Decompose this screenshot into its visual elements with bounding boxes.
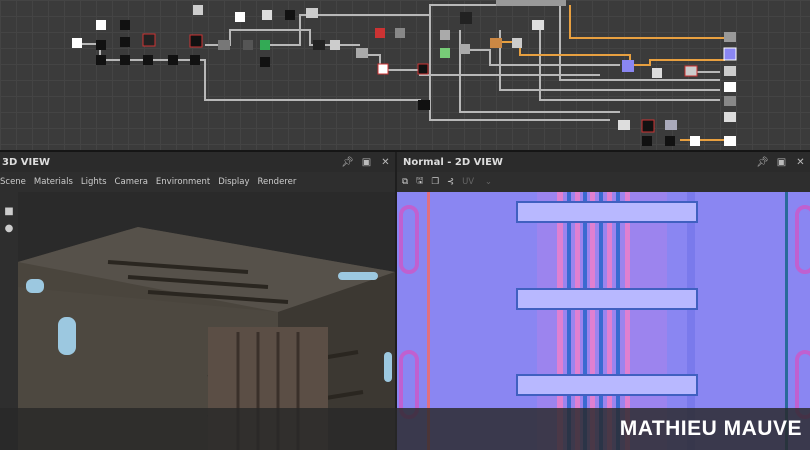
- pin-icon[interactable]: 📌︎: [753, 157, 772, 168]
- graph-nodes: [72, 0, 737, 146]
- share-icon[interactable]: ⊰: [447, 177, 454, 187]
- maximize-icon[interactable]: ▣: [357, 157, 376, 168]
- menu-lights[interactable]: Lights: [81, 177, 107, 187]
- graph-node: [72, 38, 82, 48]
- panel-title: Normal - 2D VIEW: [403, 156, 503, 168]
- panel-header: Normal - 2D VIEW 📌︎ ▣ ✕: [397, 152, 810, 172]
- node-graph[interactable]: [0, 0, 810, 150]
- copy-icon[interactable]: ❐: [431, 177, 439, 187]
- menu-materials[interactable]: Materials: [34, 177, 73, 187]
- uv-label: UV: [462, 177, 475, 187]
- camera-icon[interactable]: ■: [0, 206, 18, 217]
- menu-renderer[interactable]: Renderer: [258, 177, 297, 187]
- uv-dropdown[interactable]: UV ⌄: [462, 177, 492, 187]
- toolbar: ⧉ 🖫︎ ❐ ⊰ UV ⌄: [397, 172, 810, 192]
- close-icon[interactable]: ✕: [791, 157, 810, 168]
- menu-environment[interactable]: Environment: [156, 177, 210, 187]
- author-name: MATHIEU MAUVE: [619, 417, 802, 440]
- menu-scene[interactable]: Scene: [0, 177, 26, 187]
- display-options-icon[interactable]: ⧉: [402, 177, 408, 187]
- menu-bar: Scene Materials Lights Camera Environmen…: [0, 172, 395, 192]
- save-icon[interactable]: 🖫︎: [416, 175, 423, 189]
- author-banner: MATHIEU MAUVE: [0, 408, 810, 450]
- panel-title: 3D VIEW: [2, 156, 51, 168]
- panel-2d-view: Normal - 2D VIEW 📌︎ ▣ ✕ ⧉ 🖫︎ ❐ ⊰ UV ⌄: [397, 152, 810, 450]
- graph-wires: [72, 0, 737, 146]
- menu-display[interactable]: Display: [218, 177, 249, 187]
- panel-header: 3D VIEW 📌︎ ▣ ✕: [0, 152, 395, 172]
- menu-camera[interactable]: Camera: [115, 177, 148, 187]
- pin-icon[interactable]: 📌︎: [338, 157, 357, 168]
- light-icon[interactable]: ●: [0, 223, 18, 234]
- panel-3d-view: 3D VIEW 📌︎ ▣ ✕ Scene Materials Lights Ca…: [0, 152, 395, 450]
- close-icon[interactable]: ✕: [376, 157, 395, 168]
- maximize-icon[interactable]: ▣: [772, 157, 791, 168]
